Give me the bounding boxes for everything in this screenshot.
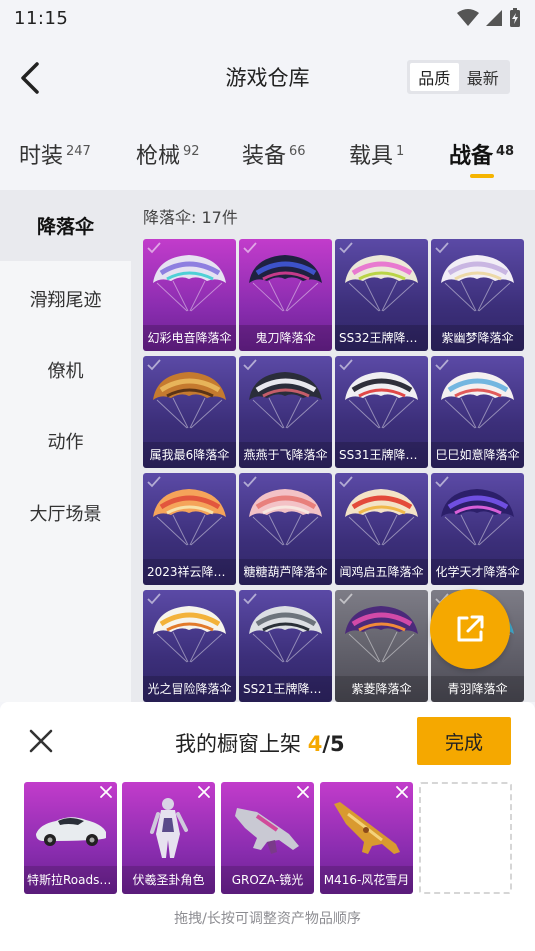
item-card[interactable]: 幻彩电音降落伞 [143, 239, 236, 351]
item-card[interactable]: 化学天才降落伞 [431, 473, 524, 585]
done-button[interactable]: 完成 [417, 717, 511, 765]
item-card[interactable]: 闻鸡启五降落伞 [335, 473, 428, 585]
sidebar-item-lobby-scene[interactable]: 大厅场景 [0, 477, 131, 548]
parachute-icon [153, 372, 226, 429]
remove-icon[interactable] [395, 785, 409, 799]
active-tab-indicator [470, 174, 494, 178]
item-card[interactable]: 光之冒险降落伞 [143, 590, 236, 702]
category-tabs: 时装 247 枪械 92 装备 66 载具 1 战备 48 [0, 120, 535, 190]
showcase-item-name: M416-风花雪月 [320, 866, 413, 894]
sidebar-item-glide-trail[interactable]: 滑翔尾迹 [0, 263, 131, 334]
tab-firearms[interactable]: 枪械 92 [136, 138, 200, 170]
item-name: 闻鸡启五降落伞 [335, 559, 428, 585]
sidebar-item-wingman[interactable]: 僚机 [0, 334, 131, 405]
tab-combat-gear[interactable]: 战备 48 [449, 138, 514, 170]
parachute-icon [249, 372, 322, 429]
header: 游戏仓库 品质 最新 [0, 36, 535, 120]
battery-charging-icon [510, 8, 520, 27]
tab-vehicles[interactable]: 载具 1 [349, 138, 404, 170]
parachute-icon [153, 606, 226, 663]
close-button[interactable] [26, 726, 56, 756]
item-card[interactable]: 鬼刀降落伞 [239, 239, 332, 351]
parachute-icon [345, 606, 418, 663]
item-name: 紫菱降落伞 [335, 676, 428, 702]
showcase-item[interactable]: 伏羲圣卦角色 [122, 782, 215, 894]
wifi-icon [457, 9, 479, 26]
item-card[interactable]: 巳巳如意降落伞 [431, 356, 524, 468]
item-card[interactable]: SS31王牌降落伞 [335, 356, 428, 468]
share-button[interactable] [430, 589, 510, 669]
sheet-title: 我的橱窗上架 4/5 [175, 732, 345, 756]
showcase-item[interactable]: M416-风花雪月 [320, 782, 413, 894]
rifle-icon [235, 808, 299, 854]
item-name: 青羽降落伞 [431, 676, 524, 702]
rifle-icon [334, 802, 400, 854]
sidebar-item-parachute[interactable]: 降落伞 [0, 190, 131, 261]
item-card[interactable]: 紫幽梦降落伞 [431, 239, 524, 351]
parachute-icon [249, 255, 322, 312]
item-name: 紫幽梦降落伞 [431, 325, 524, 351]
showcase-item-name: 伏羲圣卦角色 [122, 866, 215, 894]
sort-toggle[interactable]: 品质 最新 [407, 60, 510, 94]
showcase-item[interactable]: GROZA-镜光 [221, 782, 314, 894]
showcase-item[interactable]: 特斯拉Roadster [24, 782, 117, 894]
showcase-total-count: 5 [329, 732, 345, 756]
sort-option-quality[interactable]: 品质 [410, 63, 459, 91]
reorder-hint: 拖拽/长按可调整资产物品顺序 [174, 911, 361, 927]
close-icon [29, 729, 53, 753]
item-name: SS31王牌降落伞 [335, 442, 428, 468]
item-name: 属我最6降落伞 [143, 442, 236, 468]
item-card[interactable]: 紫菱降落伞 [335, 590, 428, 702]
remove-icon[interactable] [197, 785, 211, 799]
tab-equipment[interactable]: 装备 66 [242, 138, 306, 170]
parachute-icon [249, 489, 322, 546]
status-bar: 11:15 [0, 0, 535, 36]
item-card[interactable]: 属我最6降落伞 [143, 356, 236, 468]
item-name: 幻彩电音降落伞 [143, 325, 236, 351]
parachute-icon [441, 489, 514, 546]
item-name: 光之冒险降落伞 [143, 676, 236, 702]
parachute-icon [345, 372, 418, 429]
parachute-icon [441, 372, 514, 429]
sort-option-latest[interactable]: 最新 [459, 63, 508, 91]
showcase-item-name: 特斯拉Roadster [24, 866, 117, 894]
item-name: 巳巳如意降落伞 [431, 442, 524, 468]
parachute-icon [153, 489, 226, 546]
item-name: 糖糖葫芦降落伞 [239, 559, 332, 585]
item-card[interactable]: 糖糖葫芦降落伞 [239, 473, 332, 585]
showcase-current-count: 4 [307, 732, 323, 756]
parachute-icon [345, 255, 418, 312]
character-icon [150, 798, 188, 858]
car-icon [36, 817, 106, 846]
item-card[interactable]: SS21王牌降落伞 [239, 590, 332, 702]
status-time: 11:15 [14, 7, 69, 29]
empty-showcase-slot[interactable] [419, 782, 512, 894]
parachute-icon [441, 255, 514, 312]
item-count-label: 降落伞: 17件 [143, 208, 238, 227]
item-name: 化学天才降落伞 [431, 559, 524, 585]
remove-icon[interactable] [99, 785, 113, 799]
item-card[interactable]: 2023祥云降落伞 [143, 473, 236, 585]
share-external-icon [457, 615, 484, 642]
sidebar-item-emote[interactable]: 动作 [0, 405, 131, 476]
item-name: 2023祥云降落伞 [143, 559, 236, 585]
item-card[interactable]: 燕燕于飞降落伞 [239, 356, 332, 468]
item-name: SS32王牌降落伞 [335, 325, 428, 351]
signal-icon [486, 10, 502, 26]
item-card[interactable]: SS32王牌降落伞 [335, 239, 428, 351]
item-name: SS21王牌降落伞 [239, 676, 332, 702]
item-name: 鬼刀降落伞 [239, 325, 332, 351]
showcase-item-name: GROZA-镜光 [221, 866, 314, 894]
parachute-icon [153, 255, 226, 312]
item-name: 燕燕于飞降落伞 [239, 442, 332, 468]
tab-fashion[interactable]: 时装 247 [19, 138, 91, 170]
remove-icon[interactable] [296, 785, 310, 799]
parachute-icon [249, 606, 322, 663]
showcase-sheet: 我的橱窗上架 4/5 完成 特斯拉Roadster 伏羲圣卦角色 GROZA-镜… [0, 702, 535, 951]
sidebar: 降落伞 滑翔尾迹 僚机 动作 大厅场景 [0, 190, 131, 702]
parachute-icon [345, 489, 418, 546]
